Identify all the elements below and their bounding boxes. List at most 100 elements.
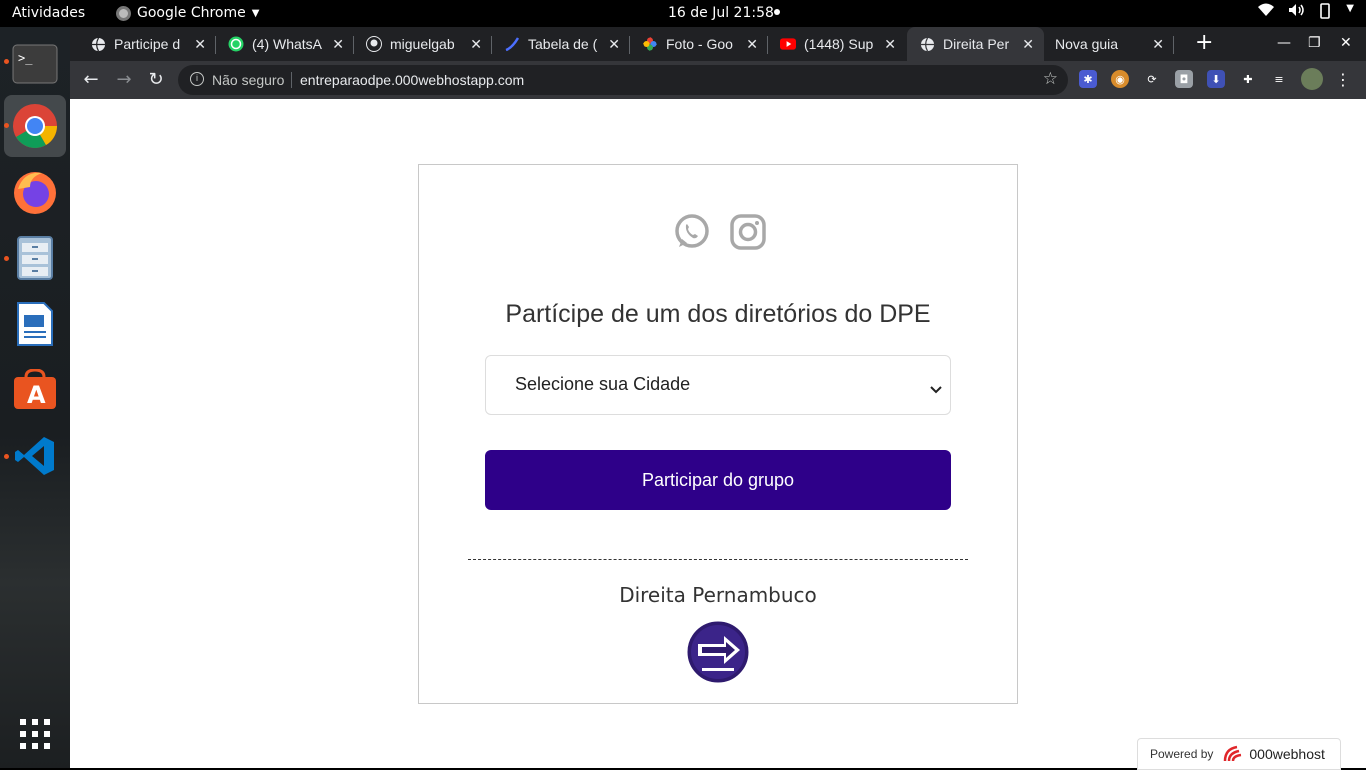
host-brand-label: 000webhost — [1249, 746, 1325, 762]
chrome-menu-icon[interactable]: ⋮ — [1334, 70, 1352, 89]
google-photos-icon — [642, 36, 658, 52]
close-icon[interactable]: ✕ — [1022, 36, 1034, 53]
tab-nova-guia[interactable]: Nova guia ✕ — [1044, 27, 1174, 61]
running-indicator — [4, 59, 9, 64]
new-tab-button[interactable]: + — [1195, 30, 1213, 55]
notification-dot-icon — [774, 9, 780, 15]
form-card: Partícipe de um dos diretórios do DPE Se… — [418, 164, 1018, 704]
owl-extension-icon[interactable]: ◉ — [1111, 70, 1129, 88]
tab-youtube[interactable]: (1448) Sup ✕ — [760, 27, 906, 61]
puzzle-extension-icon[interactable]: ✱ — [1079, 70, 1097, 88]
globe-icon — [919, 36, 935, 52]
writer-document-icon — [17, 302, 53, 346]
instagram-icon[interactable] — [729, 213, 767, 255]
running-indicator — [4, 256, 9, 261]
vscode-icon — [15, 437, 54, 475]
reading-list-icon[interactable]: ≡ — [1270, 70, 1288, 88]
close-icon[interactable]: ✕ — [332, 36, 344, 53]
tab-tabela[interactable]: Tabela de ( ✕ — [484, 27, 630, 61]
url-text[interactable]: entreparaodpe.000webhostapp.com — [300, 72, 524, 88]
back-button[interactable]: ← — [80, 69, 102, 90]
running-indicator — [4, 454, 9, 459]
tab-participe[interactable]: Participe d ✕ — [70, 27, 216, 61]
info-icon[interactable]: i — [190, 72, 204, 86]
whatsapp-icon[interactable] — [673, 213, 711, 255]
dock-vscode[interactable] — [4, 425, 66, 487]
tab-direita-pernambuco[interactable]: Direita Per ✕ — [907, 27, 1044, 61]
web-page: Partícipe de um dos diretórios do DPE Se… — [70, 99, 1366, 770]
terminal-icon: >_ — [12, 44, 58, 84]
camera-extension-icon[interactable]: ◘ — [1175, 70, 1193, 88]
extensions-puzzle-icon[interactable]: ✚ — [1239, 70, 1257, 88]
close-icon[interactable]: ✕ — [608, 36, 620, 53]
app-menu[interactable]: Google Chrome ▼ — [116, 5, 259, 21]
tab-title: Direita Per — [943, 36, 1010, 52]
firefox-icon — [14, 172, 56, 214]
whatsapp-icon — [228, 36, 244, 52]
social-links — [673, 213, 767, 255]
system-tray[interactable]: ▼ — [1258, 3, 1354, 23]
tab-github[interactable]: miguelgab ✕ — [346, 27, 492, 61]
dashed-divider — [468, 559, 968, 560]
host-badge[interactable]: Powered by 000webhost — [1137, 738, 1341, 770]
clock[interactable]: 16 de Jul 21:58 — [668, 5, 774, 21]
close-icon[interactable]: ✕ — [470, 36, 482, 53]
maximize-button[interactable]: ❐ — [1308, 35, 1321, 51]
browser-toolbar: ← → ↻ i Não seguro entreparaodpe.000webh… — [70, 61, 1366, 99]
tab-title: (1448) Sup — [804, 36, 874, 52]
file-cabinet-icon — [17, 236, 53, 280]
security-status[interactable]: Não seguro — [212, 72, 284, 88]
page-title: Partícipe de um dos diretórios do DPE — [505, 300, 931, 328]
dock-firefox[interactable] — [4, 161, 66, 223]
reload-button[interactable]: ↻ — [145, 69, 167, 90]
shopping-bag-icon: A — [14, 369, 56, 409]
close-icon[interactable]: ✕ — [1152, 36, 1164, 53]
sync-extension-icon[interactable]: ⟳ — [1143, 70, 1161, 88]
activities-button[interactable]: Atividades — [12, 5, 85, 21]
tabela-icon — [504, 36, 520, 52]
webhost-logo-icon — [1224, 745, 1242, 762]
app-menu-label: Google Chrome — [137, 5, 246, 21]
city-select[interactable]: Selecione sua Cidade — [485, 355, 951, 415]
host-brand: 000webhost — [1223, 745, 1325, 763]
window-close-button[interactable]: ✕ — [1340, 35, 1352, 51]
profile-avatar[interactable] — [1301, 68, 1323, 90]
github-icon — [366, 36, 382, 52]
tab-title: Tabela de ( — [528, 36, 598, 52]
app-grid-icon — [20, 719, 50, 749]
address-bar[interactable]: i Não seguro entreparaodpe.000webhostapp… — [178, 65, 1068, 95]
tab-whatsapp[interactable]: (4) WhatsA ✕ — [208, 27, 354, 61]
globe-icon — [90, 36, 106, 52]
tab-title: miguelgab — [390, 36, 455, 52]
dock-show-apps[interactable] — [4, 703, 66, 765]
dock-software-center[interactable]: A — [4, 359, 66, 421]
dock-terminal[interactable]: >_ — [4, 33, 66, 95]
direita-pernambuco-logo — [686, 620, 750, 684]
tab-google-photos[interactable]: Foto - Goo ✕ — [622, 27, 768, 61]
city-select-value: Selecione sua Cidade — [515, 374, 691, 394]
power-menu-icon: ▼ — [1346, 3, 1354, 14]
forward-button[interactable]: → — [113, 69, 135, 90]
chevron-down-icon — [930, 378, 942, 399]
bookmark-star-icon[interactable]: ☆ — [1043, 69, 1058, 89]
system-top-bar: Atividades Google Chrome ▼ 16 de Jul 21:… — [0, 0, 1366, 27]
minimize-button[interactable]: — — [1277, 35, 1291, 51]
join-group-button[interactable]: Participar do grupo — [485, 450, 951, 510]
tab-title: Participe d — [114, 36, 181, 52]
chrome-icon — [13, 104, 57, 148]
download-extension-icon[interactable]: ⬇ — [1207, 70, 1225, 88]
wifi-icon — [1258, 3, 1275, 23]
dock-libreoffice-writer[interactable] — [4, 293, 66, 355]
tab-title: Foto - Goo — [666, 36, 733, 52]
rotation-lock-icon — [1318, 3, 1332, 23]
close-icon[interactable]: ✕ — [884, 36, 896, 53]
dock-chrome[interactable] — [4, 95, 66, 157]
running-indicator — [4, 123, 9, 128]
close-icon[interactable]: ✕ — [746, 36, 758, 53]
powered-by-label: Powered by — [1150, 747, 1214, 761]
close-icon[interactable]: ✕ — [194, 36, 206, 53]
dock-files[interactable] — [4, 227, 66, 289]
chevron-down-icon: ▼ — [251, 7, 260, 19]
chrome-app-icon — [116, 5, 131, 21]
tab-separator — [1173, 36, 1174, 54]
